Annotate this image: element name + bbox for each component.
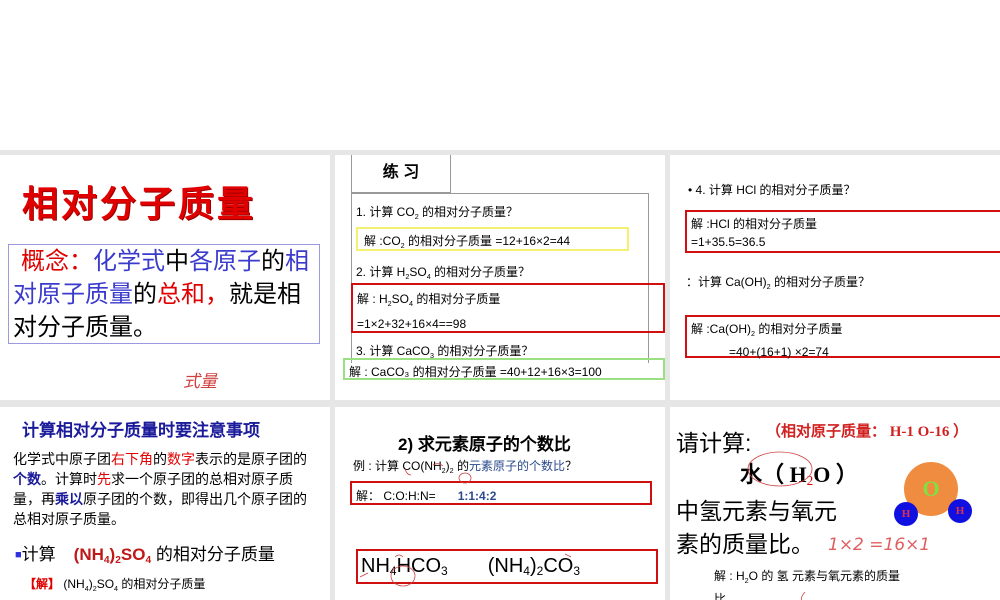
slide-thumbnail-6[interactable]: 请计算: （相对原子质量： H-1 O-16 ） 水（ H2O ） 中氢元素与氧… bbox=[670, 407, 1000, 600]
handwriting-marks bbox=[359, 463, 572, 587]
question-2: 2. 计算 H2SO4 的相对分子质量？ bbox=[356, 265, 531, 281]
exercise-header: 练 习 bbox=[382, 164, 420, 181]
slide-thumbnail-2[interactable]: 练 习 1. 计算 CO2 的相对分子质量？ 解 :CO2 的相对分子质量 =1… bbox=[335, 155, 665, 400]
concept-text: 化学式 bbox=[93, 248, 165, 275]
concept-text: 就 bbox=[229, 281, 253, 308]
concept-text: 的 bbox=[261, 248, 285, 275]
concept-text: 总和， bbox=[157, 281, 229, 308]
exercise-header-tab: 练 习 bbox=[351, 155, 451, 193]
concept-text: 各原子 bbox=[189, 248, 261, 275]
question-1: 1. 计算 CO2 的相对分子质量？ bbox=[356, 205, 519, 221]
concept-box: 概念：化学式中各原子的相对原子质量的总和，就是相对分子质量。 bbox=[8, 244, 320, 344]
slide-thumbnail-5[interactable]: 2) 求元素原子的个数比 例 : 计算 CO(NH2)2 的元素原子的个数比？ … bbox=[335, 407, 665, 600]
question-5: ：计算 Ca(OH)2 的相对分子质量？ bbox=[686, 275, 871, 291]
answer-4-box: 解 :HCl 的相对分子质量 =1+35.5=36.5 bbox=[685, 210, 1000, 253]
answer-2-box: 解 : H2SO4 的相对分子质量 =1×2+32+16×4==98 bbox=[351, 283, 665, 333]
slide-thumbnail-1[interactable]: 相对分子质量 概念：化学式中各原子的相对原子质量的总和，就是相对分子质量。 式量 bbox=[0, 155, 330, 400]
concept-text: 的 bbox=[133, 281, 157, 308]
solution-line: 【解】 (NH4)2SO4 的相对分子质量 bbox=[24, 577, 206, 593]
slide-thumbnail-4[interactable]: 计算相对分子质量时要注意事项 化学式中原子团右下角的数字表示的是原子团的个数。计… bbox=[0, 407, 330, 600]
answer-5-box: 解 :Ca(OH)2 的相对分子质量 =40+(16+1) ×2=74 bbox=[685, 315, 1000, 359]
handwriting-marks bbox=[747, 451, 813, 600]
handwriting-annotation: 式量 bbox=[183, 372, 217, 391]
concept-text: 中 bbox=[165, 248, 189, 275]
answer-3-box: 解 : CaCO₃ 的相对分子质量 =40+12+16×3=100 bbox=[343, 358, 665, 380]
answer-1-box: 解 :CO2 的相对分子质量 =12+16×2=44 bbox=[356, 227, 629, 251]
notes-paragraph: 化学式中原子团右下角的数字表示的是原子团的个数。计算时先求一个原子团的总相对原子… bbox=[13, 451, 307, 527]
slide-title: 相对分子质量 bbox=[22, 183, 257, 224]
concept-label: 概念： bbox=[21, 248, 93, 275]
slide-thumbnail-3[interactable]: • 4. 计算 HCl 的相对分子质量？ 解 :HCl 的相对分子质量 =1+35… bbox=[670, 155, 1000, 400]
slide-title: 计算相对分子质量时要注意事项 bbox=[22, 421, 260, 440]
calc-task: ■计算 (NH4)2SO4 的相对分子质量 bbox=[15, 545, 275, 566]
question-4: • 4. 计算 HCl 的相对分子质量？ bbox=[688, 183, 856, 197]
